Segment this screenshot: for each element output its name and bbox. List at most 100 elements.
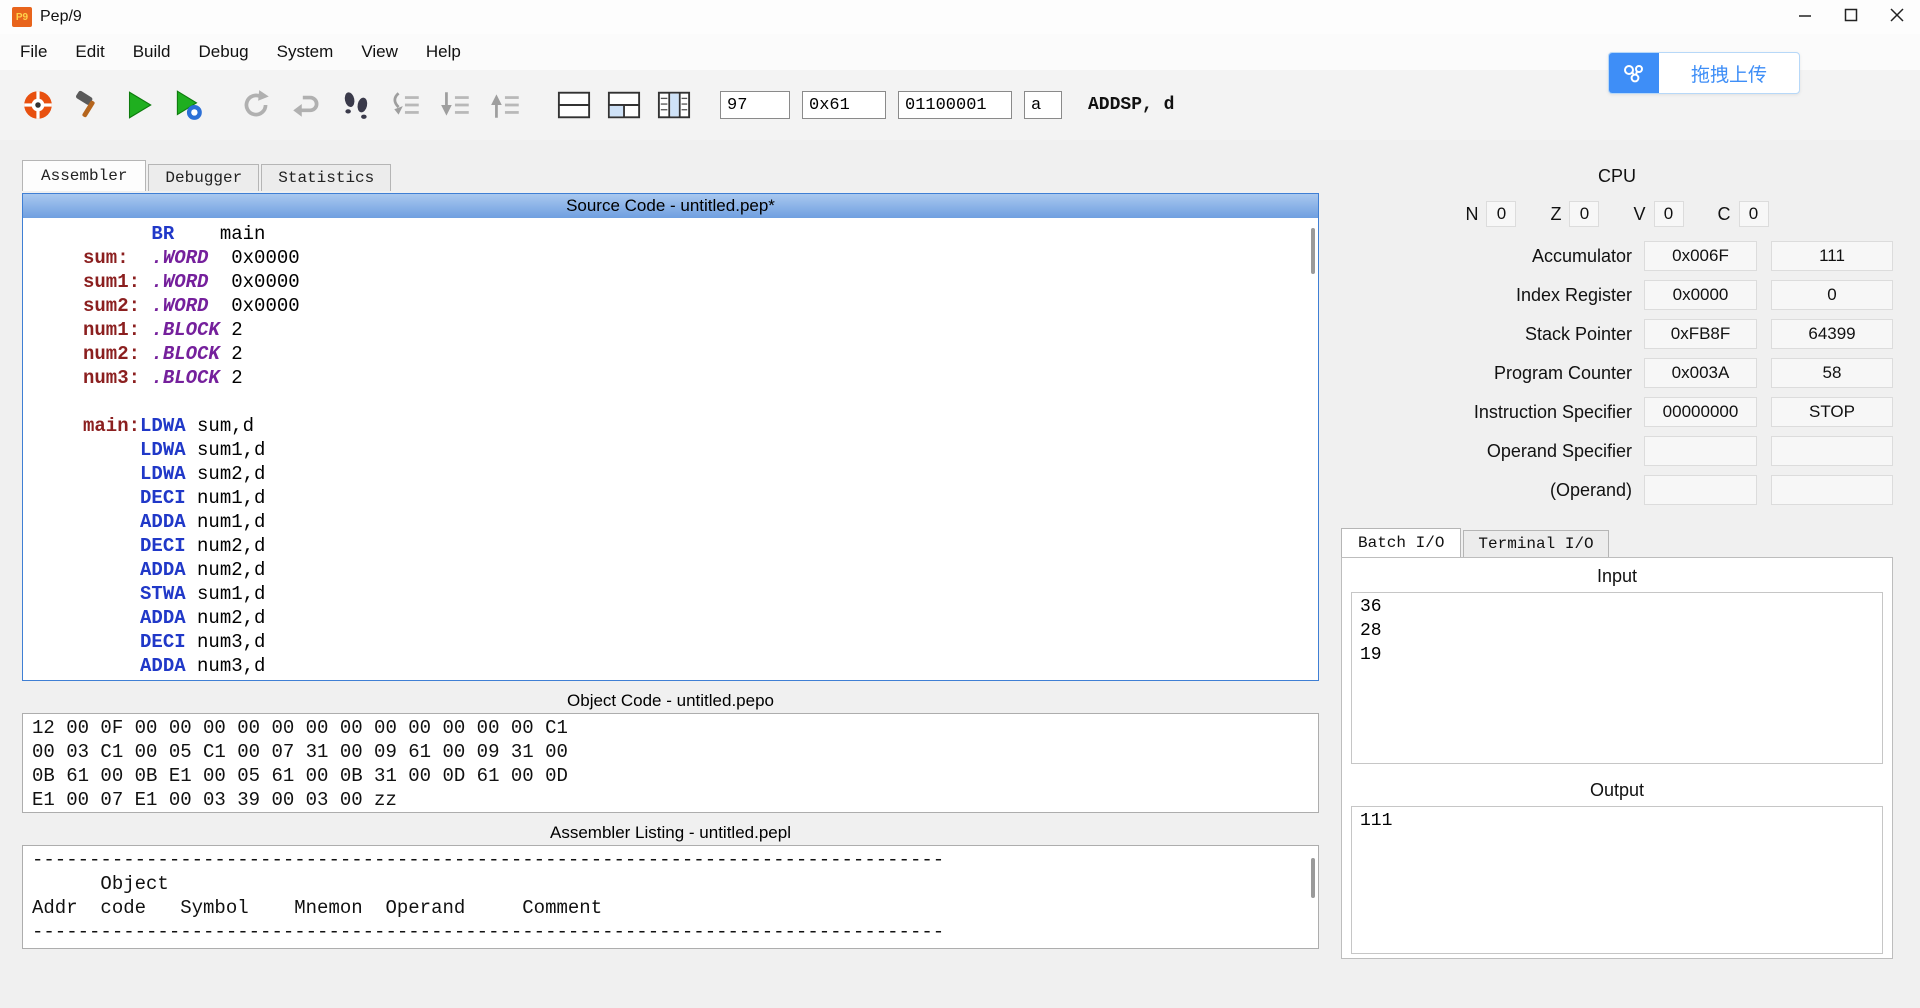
flag-label: Z [1550,203,1562,224]
listing-scrollbar-thumb[interactable] [1311,858,1315,898]
source-line: ADDA num2,d [83,558,1318,582]
help-button[interactable] [16,82,60,128]
object-code-editor[interactable]: 12 00 0F 00 00 00 00 00 00 00 00 00 00 0… [22,713,1319,813]
object-code-panel-title: Object Code - untitled.pepo [567,691,774,710]
flag-c: C0 [1718,201,1769,227]
assembler-listing-panel-title: Assembler Listing - untitled.pepl [550,823,791,842]
register-row: Index Register 0x0000 0 [1341,280,1893,310]
batch-io-pane: Input Output [1341,557,1893,959]
source-scrollbar-thumb[interactable] [1311,228,1315,274]
register-label: Program Counter [1493,362,1632,383]
token: sum: [83,247,129,269]
byte-hex-input[interactable] [802,91,886,119]
status-flags: N0Z0V0C0 [1341,201,1893,227]
tab-debugger[interactable]: Debugger [148,164,260,191]
upload-button[interactable]: 拖拽上传 [1608,52,1800,94]
register-label: Accumulator [1531,245,1632,266]
flag-v: V0 [1633,201,1684,227]
token: 2 [231,319,243,341]
view-split-button[interactable] [602,82,646,128]
token: num2,d [197,607,266,629]
listing-line: ----------------------------------------… [32,921,945,943]
token: num2,d [197,535,266,557]
register-label: (Operand) [1549,479,1632,500]
tab-statistics[interactable]: Statistics [261,164,392,191]
byte-ascii-input[interactable] [1024,91,1062,119]
cpu-panel-title: CPU [1597,166,1636,186]
menu-file[interactable]: File [6,34,61,70]
output-area[interactable] [1351,806,1883,954]
close-button[interactable] [1874,0,1920,34]
upload-cloud-icon [1609,53,1659,93]
source-line: ADDA num3,d [83,654,1318,678]
menu-edit[interactable]: Edit [61,34,118,70]
flag-label: C [1717,203,1731,224]
input-area[interactable] [1351,592,1883,764]
stop-debug-button[interactable] [284,82,328,128]
maximize-button[interactable] [1828,0,1874,34]
token: main [219,223,266,245]
source-line: DECI num1,d [83,486,1318,510]
menu-help[interactable]: Help [412,34,475,70]
step-into-button[interactable] [434,82,478,128]
single-step-button[interactable] [334,82,378,128]
source-line: num1: .BLOCK 2 [83,318,1318,342]
run-button[interactable] [116,82,160,128]
token: num1: [83,319,141,341]
minimize-button[interactable] [1782,0,1828,34]
restart-debug-button[interactable] [234,82,278,128]
token: num1,d [197,511,266,533]
build-button[interactable] [66,82,110,128]
debug-play-icon [171,88,205,122]
menu-system[interactable]: System [263,34,348,70]
menu-build[interactable]: Build [119,34,185,70]
token: 2 [231,367,243,389]
source-line: BR main [83,222,1318,246]
debug-button[interactable] [166,82,210,128]
lifebuoy-icon [21,88,55,122]
register-dec-value: 64399 [1771,319,1893,349]
register-hex-value: 0x0000 [1644,280,1757,310]
token: main: [83,415,141,437]
token: LDWA [140,415,186,437]
flag-value: 0 [1486,201,1517,227]
step-over-button[interactable] [384,82,428,128]
source-line: STWA sum1,d [83,582,1318,606]
source-code-panel: Source Code - untitled.pep* BR main sum: … [22,193,1319,681]
step-out-button[interactable] [484,82,528,128]
stop-debug-icon [289,88,323,122]
register-dec-value: 58 [1771,358,1893,388]
source-code-editor[interactable]: BR main sum: .WORD 0x0000 sum1: .WORD 0x00… [23,218,1318,680]
register-list: Accumulator 0x006F 111 Index Register 0x0000… [1341,241,1893,505]
source-line: sum: .WORD 0x0000 [83,246,1318,270]
view-code-button[interactable] [552,82,596,128]
byte-decimal-input[interactable] [720,91,790,119]
register-hex-value: 0x006F [1644,241,1757,271]
tab-terminal-i-o[interactable]: Terminal I/O [1463,530,1609,557]
view-memory-button[interactable] [652,82,696,128]
token: num2: [83,343,141,365]
tab-assembler[interactable]: Assembler [22,160,147,191]
source-line: num3: .BLOCK 2 [83,366,1318,390]
menu-view[interactable]: View [347,34,412,70]
assembler-listing-view[interactable]: ----------------------------------------… [22,845,1319,949]
token: DECI [140,631,186,653]
menu-debug[interactable]: Debug [185,34,263,70]
byte-binary-input[interactable] [898,91,1012,119]
flag-value: 0 [1653,201,1684,227]
register-hex-value: 00000000 [1644,397,1757,427]
tab-batch-i-o[interactable]: Batch I/O [1341,528,1462,557]
